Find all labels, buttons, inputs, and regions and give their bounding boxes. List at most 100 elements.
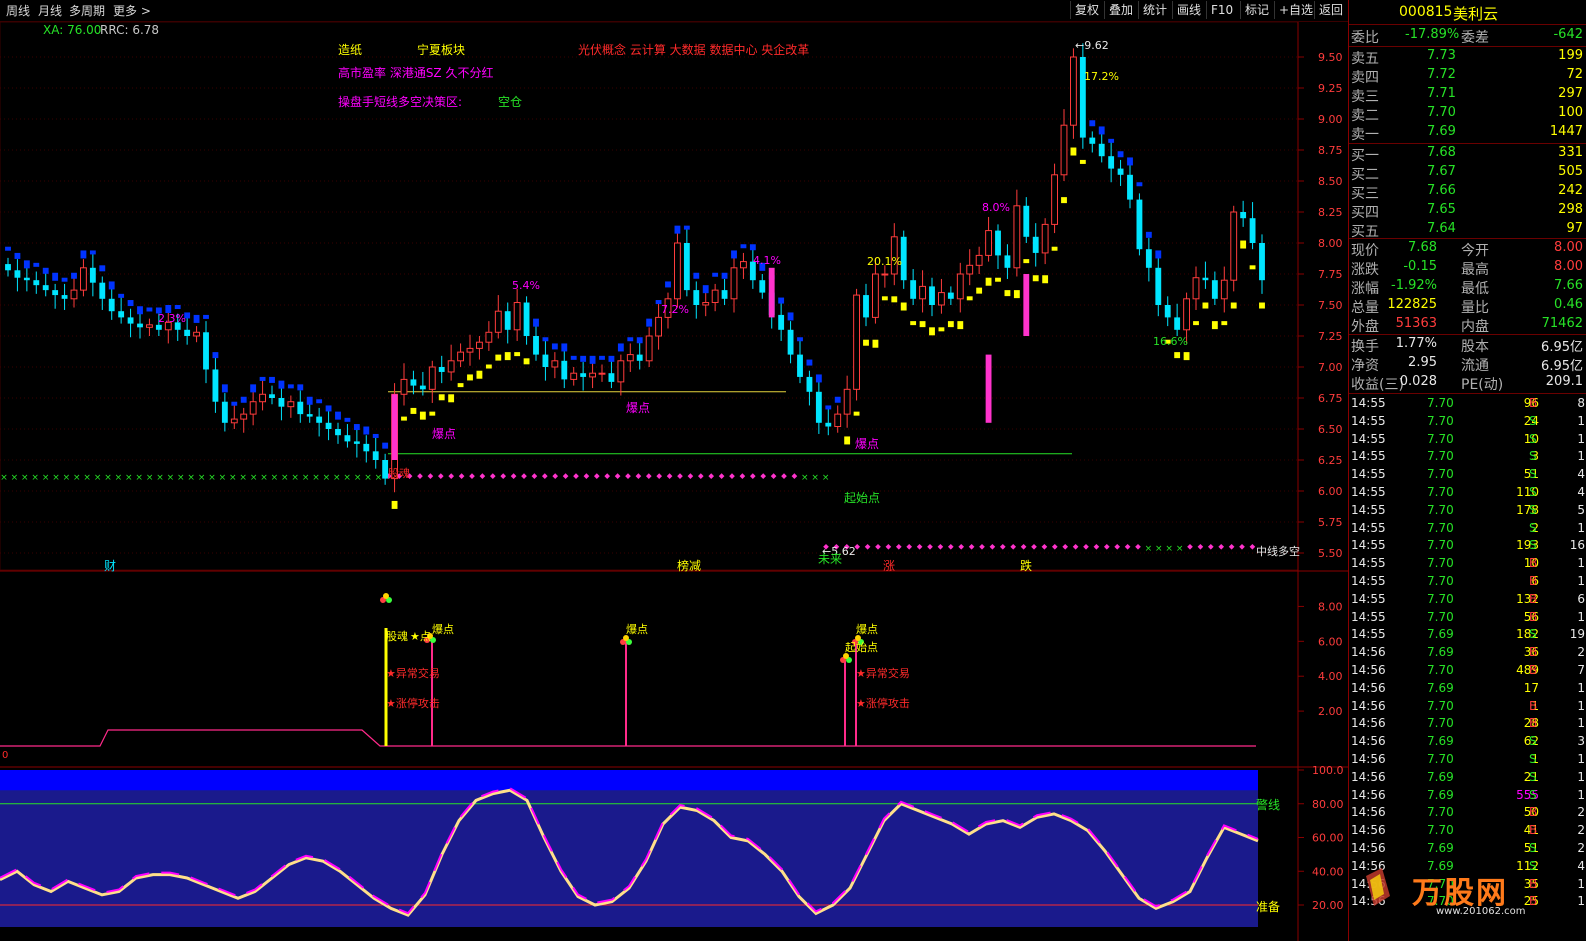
tab-month[interactable]: 月线 — [38, 2, 62, 19]
signal-diamond — [489, 473, 496, 479]
stats-button[interactable]: 统计 — [1138, 1, 1171, 19]
trend-marker — [335, 411, 341, 420]
draw-line-button[interactable]: 画线 — [1172, 1, 1205, 19]
trend-marker — [231, 401, 238, 406]
f10-button[interactable]: F10 — [1206, 1, 1237, 19]
sub1-label: ★点 — [410, 630, 431, 643]
signal-cross: × — [364, 473, 372, 483]
tab-multi-period[interactable]: 多周期 — [69, 2, 105, 19]
price-axis-label: 6.00 — [1318, 485, 1343, 498]
candle-body — [419, 385, 426, 390]
add-watchlist-button[interactable]: +自选 — [1274, 1, 1317, 19]
stat-row: 总量 122825 量比 0.46 — [1351, 297, 1583, 316]
candle-body — [466, 347, 474, 353]
tick-row: 14:55 7.69 182 S 19 — [1351, 627, 1585, 642]
candle-body — [1249, 218, 1256, 243]
trend-marker — [118, 293, 125, 298]
mark-button[interactable]: 标记 — [1240, 1, 1273, 19]
tick-row: 14:55 7.70 193 S 16 — [1351, 538, 1585, 553]
signal-diamond — [697, 473, 704, 479]
signal-diamond — [541, 473, 548, 479]
sub2-axis-label: 100.0 — [1312, 764, 1344, 777]
back-button[interactable]: 返回 — [1314, 1, 1347, 19]
main-panel-frame — [0, 22, 1299, 571]
trend-marker — [778, 297, 785, 304]
more-menu[interactable]: 更多 > — [113, 2, 151, 19]
candle-body — [1211, 280, 1218, 299]
stat-row: 换手 1.77% 股本 6.95亿 — [1351, 336, 1583, 355]
candle-body — [325, 422, 332, 429]
signal-cross: × — [375, 473, 383, 483]
sub1-label: ★涨停攻击 — [386, 697, 440, 710]
candle-body — [457, 351, 464, 362]
trend-marker — [627, 337, 634, 342]
trend-marker — [1127, 157, 1133, 166]
candle-body — [118, 311, 125, 318]
candle-body — [863, 295, 869, 318]
signal-diamond — [552, 473, 559, 479]
trend-marker — [1221, 321, 1228, 326]
tab-week[interactable]: 周线 — [6, 2, 30, 19]
stat-row: 现价 7.68 今开 8.00 — [1351, 240, 1583, 259]
kline-chart-area[interactable]: 9.50 9.25 9.00 8.75 8.50 8.25 8.00 7.75 7.50 7.25… — [0, 22, 1348, 941]
signal-cross: × — [167, 473, 175, 483]
trend-marker — [608, 355, 615, 362]
signal-diamond — [968, 543, 975, 550]
sub2-axis-label: 40.00 — [1312, 865, 1344, 878]
candle-body — [447, 360, 455, 373]
tick-row: 14:55 7.70 96 B 8 — [1351, 396, 1585, 410]
restore-rights-button[interactable]: 复权 — [1070, 1, 1103, 19]
signal-diamond — [1218, 543, 1225, 550]
signal-cross: × — [115, 473, 123, 483]
signal-diamond — [770, 473, 777, 479]
buy-level-row: 买三 7.66 242 — [1351, 183, 1583, 202]
sub1-axis-label: 8.00 — [1318, 600, 1343, 613]
candle-body — [278, 398, 285, 407]
candle-body — [617, 360, 625, 383]
signal-cross: × — [354, 473, 362, 483]
candle-body — [740, 261, 747, 269]
trend-marker — [14, 252, 21, 259]
candle-body — [787, 329, 794, 355]
candle-body — [995, 230, 1001, 256]
tick-row: 14:56 7.69 36 B 2 — [1351, 645, 1585, 660]
candle-body — [645, 335, 653, 362]
marker-reduce: 榜减 — [677, 559, 702, 573]
candle-body — [221, 401, 228, 423]
candle-body — [61, 295, 68, 299]
signal-diamond — [875, 543, 881, 550]
candle-body — [551, 360, 559, 368]
candle-body — [1174, 317, 1181, 330]
overlay-button[interactable]: 叠加 — [1104, 1, 1137, 19]
trend-marker — [749, 244, 756, 251]
trend-marker — [674, 225, 681, 234]
warn-line-label: 警线 — [1256, 798, 1281, 812]
trend-marker — [900, 302, 907, 311]
trend-marker — [523, 358, 530, 365]
trend-marker — [985, 277, 992, 286]
stat-row: 收益(三) 0.028 PE(动) 209.1 — [1351, 374, 1583, 393]
buy-level-row: 买二 7.67 505 — [1351, 164, 1583, 183]
tick-row: 14:55 7.70 2 S 1 — [1351, 520, 1585, 535]
trend-marker — [1032, 275, 1039, 282]
candle-body — [702, 302, 710, 306]
candle-body — [1023, 205, 1030, 237]
signal-cross: × — [21, 473, 29, 483]
candle-body — [1108, 156, 1115, 169]
tick-row: 14:56 7.69 51 S 2 — [1351, 841, 1585, 855]
candle-body — [561, 360, 568, 380]
trend-marker — [570, 355, 577, 360]
candle-body — [825, 422, 832, 427]
trend-marker — [353, 424, 360, 431]
candle-body — [1013, 205, 1021, 269]
signal-diamond — [573, 473, 579, 479]
tick-row: 14:56 7.69 62 S 3 — [1351, 734, 1585, 749]
candle-body — [89, 267, 96, 283]
trend-marker — [721, 272, 728, 279]
signal-dot — [383, 593, 389, 599]
candle-body — [1070, 56, 1077, 126]
tick-row: 14:56 7.69 555 S 1 — [1351, 787, 1585, 802]
trend-marker — [108, 281, 115, 290]
stock-header[interactable]: 000815 美利云 — [1349, 0, 1586, 25]
candle-body — [504, 311, 511, 330]
